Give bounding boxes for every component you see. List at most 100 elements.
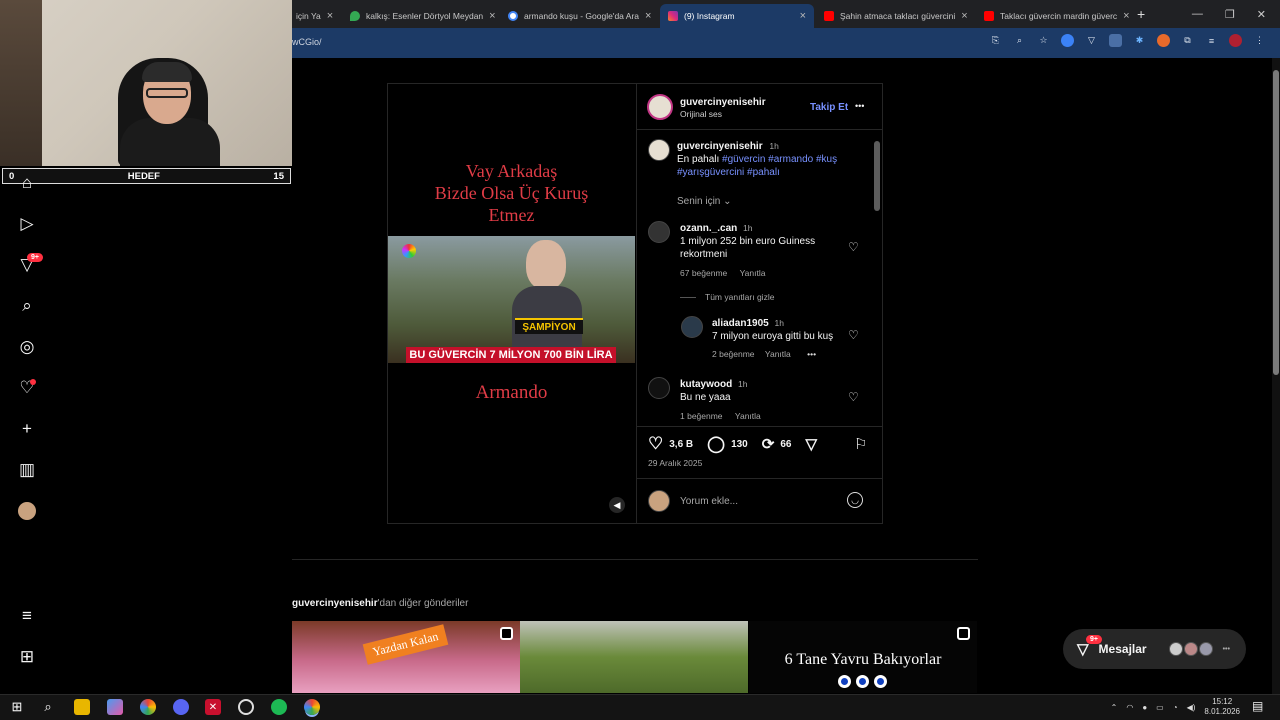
headset-icon[interactable]: ◠ — [1126, 703, 1133, 712]
follow-button[interactable]: Takip Et — [810, 102, 848, 113]
comment-likes[interactable]: 1 beğenme — [680, 411, 723, 421]
comment-username[interactable]: kutaywood — [680, 379, 732, 390]
share-icon[interactable]: ▽ — [805, 435, 817, 453]
clock[interactable]: 15:12 8.01.2026 — [1204, 697, 1240, 717]
messages-button[interactable]: ▽ 9+ Mesajlar ••• — [1063, 629, 1246, 669]
windows-start-icon[interactable]: ⊞ — [9, 699, 25, 715]
post-thumbnail[interactable] — [520, 621, 748, 693]
spotify-icon[interactable] — [271, 699, 287, 715]
profile-avatar[interactable] — [1229, 34, 1242, 47]
search-icon[interactable]: ⌕ — [17, 296, 37, 316]
reply-button[interactable]: Yanıtla — [735, 411, 761, 421]
caption-hashtags[interactable]: #yarışgüvercini #pahalı — [677, 167, 780, 178]
repost-count[interactable]: 66 — [780, 439, 791, 450]
comment-options-button[interactable]: ••• — [807, 349, 816, 359]
caption-hashtags[interactable]: #güvercin #armando #kuş — [722, 154, 837, 165]
dashboard-icon[interactable]: ▥ — [17, 460, 37, 480]
extension-icon[interactable]: ✱ — [1133, 34, 1146, 47]
browser-tab[interactable]: Taklacı güvercin mardin güverc × — [976, 4, 1132, 28]
discord-icon[interactable] — [173, 699, 189, 715]
close-tab-icon[interactable]: × — [645, 10, 651, 22]
network-icon[interactable]: ▭ — [1156, 703, 1164, 712]
post-thumbnail[interactable] — [292, 621, 520, 693]
browser-tab[interactable]: Şahin atmaca taklacı güvercini × — [816, 4, 972, 28]
browser-tab[interactable]: armando kuşu - Google'da Ara × — [500, 4, 656, 28]
comment-username[interactable]: aliadan1905 — [712, 318, 769, 329]
chrome-active-icon[interactable] — [304, 699, 320, 715]
reels-icon[interactable]: ▷ — [17, 214, 37, 234]
author-avatar[interactable] — [647, 94, 673, 120]
new-tab-button[interactable]: + — [1137, 6, 1145, 22]
comment-like-icon[interactable]: ♡ — [848, 240, 859, 254]
close-tab-icon[interactable]: × — [489, 10, 495, 22]
extension-icon[interactable] — [1109, 34, 1122, 47]
minimize-icon[interactable]: — — [1192, 8, 1203, 20]
puzzle-icon[interactable]: ⧉ — [1181, 34, 1194, 47]
bookmark-star-icon[interactable]: ☆ — [1037, 34, 1050, 47]
also-from-meta-icon[interactable]: ⊞ — [17, 647, 37, 667]
notifications-icon[interactable]: ▤ — [1252, 699, 1263, 713]
comment-like-icon[interactable]: ♡ — [848, 328, 859, 342]
comment-like-icon[interactable]: ♡ — [848, 390, 859, 404]
comment-avatar[interactable] — [648, 377, 670, 399]
comment-input[interactable]: Yorum ekle... — [680, 496, 738, 507]
extension-filter-icon[interactable]: ▽ — [1085, 34, 1098, 47]
profile-avatar[interactable] — [17, 501, 37, 521]
comment-avatar[interactable] — [681, 316, 703, 338]
home-icon[interactable]: ⌂ — [17, 173, 37, 193]
x-app-icon[interactable]: ✕ — [205, 699, 221, 715]
more-posts-username[interactable]: guvercinyenisehir — [292, 598, 378, 609]
copilot-icon[interactable] — [107, 699, 123, 715]
reply-button[interactable]: Yanıtla — [765, 349, 791, 359]
browser-tab[interactable]: kalkış: Esenler Dörtyol Meydan × — [342, 4, 498, 28]
obs-icon[interactable] — [238, 699, 254, 715]
zoom-icon[interactable]: ⌕ — [1013, 34, 1026, 47]
post-options-button[interactable]: ••• — [855, 101, 864, 111]
wifi-icon[interactable]: ◔ — [1173, 703, 1178, 712]
extension-icon[interactable] — [1061, 34, 1074, 47]
chrome-icon[interactable] — [140, 699, 156, 715]
close-tab-icon[interactable]: × — [1123, 10, 1129, 22]
comment-avatar[interactable] — [648, 221, 670, 243]
browser-tab[interactable]: için Ya × — [288, 4, 338, 28]
steam-icon[interactable]: ● — [1142, 703, 1147, 712]
extension-icon[interactable] — [1157, 34, 1170, 47]
hide-replies-button[interactable]: Tüm yanıtları gizle — [705, 292, 774, 302]
comment-likes[interactable]: 2 beğenme — [712, 349, 755, 359]
more-menu-icon[interactable]: ≡ — [17, 606, 37, 626]
repost-icon[interactable]: ⟳ — [762, 435, 775, 453]
page-scrollbar[interactable] — [1272, 58, 1280, 694]
comments-scrollbar[interactable] — [873, 131, 881, 422]
create-icon[interactable]: + — [17, 419, 37, 439]
comment-likes[interactable]: 67 beğenme — [680, 268, 727, 278]
close-tab-icon[interactable]: × — [961, 10, 967, 22]
caption-avatar[interactable] — [648, 139, 670, 161]
reading-list-icon[interactable]: ≡ — [1205, 34, 1218, 47]
messages-nav-icon[interactable]: ▽ 9+ — [17, 253, 43, 275]
browser-tab-active[interactable]: (9) Instagram × — [660, 4, 814, 28]
save-icon[interactable]: ⚐ — [854, 435, 867, 453]
menu-icon[interactable]: ⋮ — [1253, 34, 1266, 47]
install-app-icon[interactable]: ⎘ — [989, 34, 1002, 47]
comment-username[interactable]: ozann._.can — [680, 223, 737, 234]
audio-label[interactable]: Orijinal ses — [680, 109, 722, 119]
volume-icon[interactable]: ◀ — [609, 497, 625, 513]
explore-icon[interactable]: ◎ — [17, 337, 37, 357]
close-tab-icon[interactable]: × — [327, 10, 333, 22]
author-username[interactable]: guvercinyenisehir — [680, 97, 766, 108]
close-tab-icon[interactable]: × — [800, 10, 806, 22]
like-icon[interactable]: ♡ — [648, 434, 663, 454]
caption-username[interactable]: guvercinyenisehir — [677, 141, 763, 152]
heart-icon[interactable]: ♡ — [17, 378, 37, 398]
reply-button[interactable]: Yanıtla — [740, 268, 766, 278]
url-field[interactable]: wCGio/ — [292, 37, 322, 47]
like-count[interactable]: 3,6 B — [669, 439, 693, 450]
comment-count[interactable]: 130 — [731, 439, 748, 450]
comment-icon[interactable]: ◯ — [707, 434, 725, 454]
close-window-icon[interactable]: ✕ — [1257, 8, 1266, 21]
restore-icon[interactable]: ❐ — [1225, 8, 1235, 21]
tray-chevron-icon[interactable]: ⌃ — [1111, 703, 1118, 712]
search-icon[interactable]: ⌕ — [40, 699, 56, 715]
sort-dropdown[interactable]: Senin için ⌄ — [677, 196, 732, 207]
file-explorer-icon[interactable] — [74, 699, 90, 715]
